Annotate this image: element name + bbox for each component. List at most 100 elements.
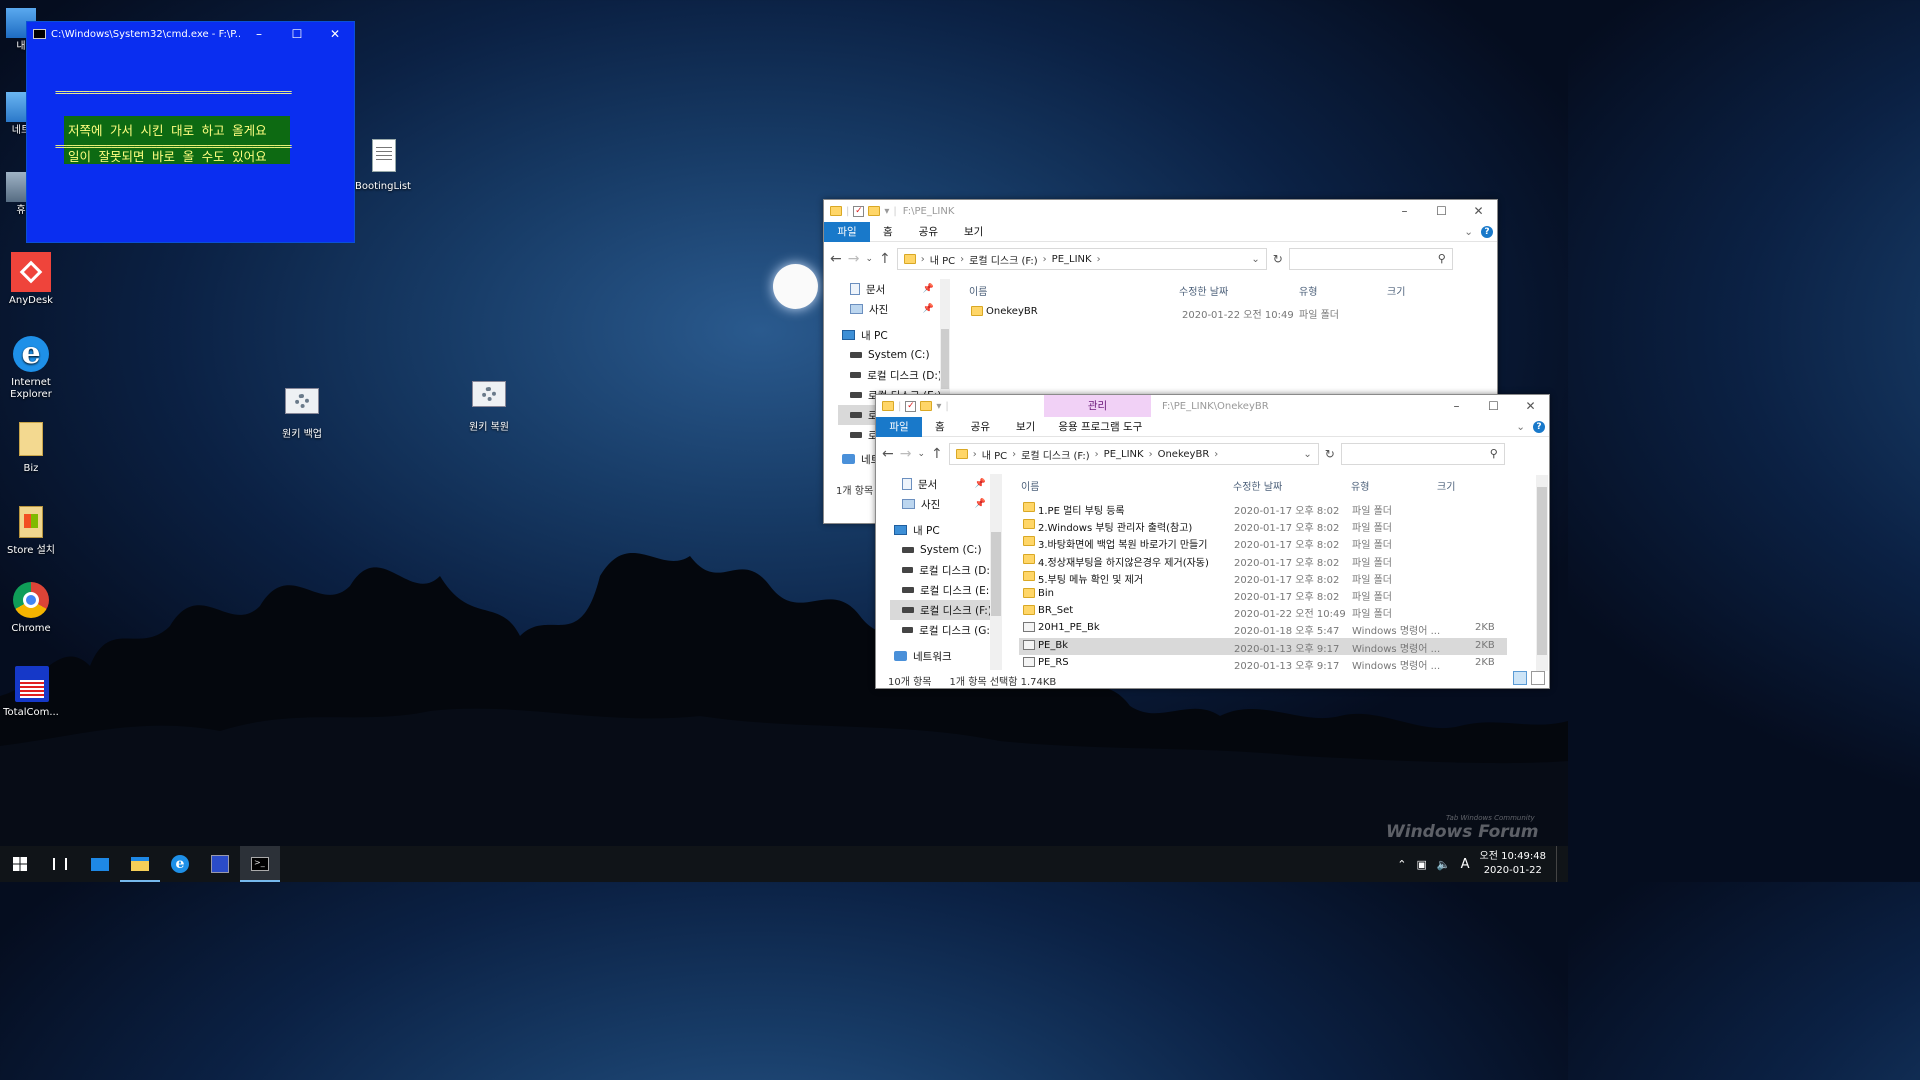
back-arrow-icon[interactable]: ← (882, 446, 894, 462)
nav-item-drive-c[interactable]: System (C:) (838, 345, 942, 365)
clock[interactable]: 오전 10:49:48 2020-01-22 (1480, 850, 1547, 878)
nav-item-drive-d[interactable]: 로컬 디스크 (D:) (890, 560, 994, 580)
breadcrumb-item[interactable]: OnekeyBR (1158, 449, 1210, 460)
desktop-icon-bootinglist[interactable]: BootingList (352, 138, 414, 193)
chevron-down-icon[interactable]: ⌄ (1464, 226, 1473, 238)
explorer-titlebar[interactable]: | ✓ ▾ | F:\PE_LINK – ☐ ✕ (824, 200, 1497, 222)
ime-indicator[interactable]: A (1461, 857, 1470, 872)
desktop-icon-onekey-backup[interactable]: 원키 백업 (271, 386, 333, 441)
forward-arrow-icon[interactable]: → (848, 251, 860, 267)
help-icon[interactable]: ? (1533, 420, 1545, 433)
file-row[interactable]: Bin 2020-01-17 오후 8:02 파일 폴더 (1019, 586, 1507, 603)
volume-icon[interactable]: 🔈 (1437, 858, 1451, 871)
properties-icon[interactable]: ✓ (853, 205, 865, 217)
address-dropdown-icon[interactable]: ⌄ (1251, 254, 1259, 265)
refresh-icon[interactable]: ↻ (1325, 447, 1335, 461)
file-row[interactable]: PE_Bk 2020-01-13 오후 9:17 Windows 명령어 ... 2K… (1019, 637, 1507, 655)
nav-item-documents[interactable]: 문서 📌 (890, 474, 994, 494)
breadcrumb-item[interactable]: 로컬 디스크 (F:) (1021, 447, 1090, 462)
close-icon[interactable]: ✕ (1512, 395, 1549, 417)
new-folder-icon[interactable] (868, 206, 881, 216)
nav-item-drive-d[interactable]: 로컬 디스크 (D:) (838, 365, 942, 385)
explorer-window-onekeybr[interactable]: 관리 | ✓ ▾ | F:\PE_LINK\OnekeyBR – ☐ ✕ 파일 … (875, 394, 1550, 689)
tab-view[interactable]: 보기 (951, 222, 996, 242)
forward-arrow-icon[interactable]: → (900, 446, 912, 462)
large-icons-view-icon[interactable] (1531, 671, 1545, 685)
tab-file[interactable]: 파일 (876, 416, 922, 437)
tab-application-tools[interactable]: 응용 프로그램 도구 (1048, 417, 1152, 437)
close-icon[interactable]: ✕ (316, 27, 354, 41)
details-view-icon[interactable] (1513, 671, 1527, 685)
column-type[interactable]: 유형 (1299, 283, 1317, 298)
recent-chevron-icon[interactable]: ⌄ (865, 254, 873, 264)
tab-home[interactable]: 홈 (922, 417, 958, 437)
nav-item-pictures[interactable]: 사진 📌 (890, 494, 994, 514)
desktop-icon-chrome[interactable]: Chrome (0, 580, 62, 635)
nav-scrollbar[interactable] (990, 474, 1002, 670)
minimize-icon[interactable]: – (1386, 200, 1423, 222)
nav-item-pictures[interactable]: 사진 📌 (838, 299, 942, 319)
network-tray-icon[interactable]: ▣ (1416, 858, 1426, 871)
task-view-button[interactable] (40, 846, 80, 882)
nav-item-this-pc[interactable]: 내 PC (890, 520, 994, 540)
taskbar-app-mail[interactable] (80, 846, 120, 882)
up-arrow-icon[interactable]: ↑ (879, 251, 891, 267)
tab-share[interactable]: 공유 (958, 417, 1003, 437)
tab-home[interactable]: 홈 (870, 222, 906, 242)
chevron-down-icon[interactable]: ⌄ (1516, 421, 1525, 433)
desktop-icon-internet-explorer[interactable]: e Internet Explorer (0, 334, 62, 401)
cmd-window[interactable]: C:\Windows\System32\cmd.exe - F:\P... – … (26, 21, 355, 243)
search-input[interactable]: ⚲ (1340, 443, 1505, 465)
chevron-up-icon[interactable]: ⌃ (1397, 858, 1406, 871)
column-size[interactable]: 크기 (1387, 283, 1405, 298)
desktop-icon-onekey-restore[interactable]: 원키 복원 (458, 379, 520, 434)
nav-item-documents[interactable]: 문서 📌 (838, 279, 942, 299)
minimize-icon[interactable]: – (1438, 395, 1475, 417)
new-folder-icon[interactable] (920, 401, 933, 411)
maximize-icon[interactable]: ☐ (278, 27, 316, 41)
chevron-down-icon[interactable]: ▾ (884, 206, 889, 217)
taskbar-app-file-explorer[interactable] (120, 846, 160, 882)
address-bar[interactable]: › 내 PC › 로컬 디스크 (F:) › PE_LINK › ⌄ (896, 248, 1267, 270)
taskbar-app-internet-explorer[interactable]: e (160, 846, 200, 882)
show-desktop-button[interactable] (1556, 846, 1560, 882)
chevron-down-icon[interactable]: ▾ (936, 401, 941, 412)
address-dropdown-icon[interactable]: ⌄ (1303, 449, 1311, 460)
breadcrumb-item[interactable]: PE_LINK (1104, 449, 1144, 460)
file-row[interactable]: OnekeyBR 2020-01-22 오전 10:49 파일 폴더 (969, 304, 1489, 321)
breadcrumb-item[interactable]: 내 PC (982, 447, 1007, 462)
up-arrow-icon[interactable]: ↑ (931, 446, 943, 462)
breadcrumb-item[interactable]: 내 PC (930, 252, 955, 267)
explorer-titlebar[interactable]: | ✓ ▾ | F:\PE_LINK\OnekeyBR – ☐ ✕ (876, 395, 1549, 417)
address-bar[interactable]: › 내 PC › 로컬 디스크 (F:) › PE_LINK › OnekeyB… (948, 443, 1319, 465)
help-icon[interactable]: ? (1481, 225, 1493, 238)
nav-item-network[interactable]: 네트워크 (890, 646, 994, 666)
file-row[interactable]: 4.정상재부팅을 하지않은경우 제거(자동) 2020-01-17 오후 8:02… (1019, 552, 1507, 569)
nav-item-this-pc[interactable]: 내 PC (838, 325, 942, 345)
file-row[interactable]: 20H1_PE_Bk 2020-01-18 오후 5:47 Windows 명령어 … (1019, 620, 1507, 637)
file-row[interactable]: BR_Set 2020-01-22 오전 10:49 파일 폴더 (1019, 603, 1507, 620)
desktop-icon-store[interactable]: Store 설치 (0, 502, 62, 557)
desktop-icon-biz[interactable]: Biz (0, 420, 62, 475)
taskbar-app-cmd[interactable]: >_ (240, 846, 280, 882)
file-row[interactable]: 2.Windows 부팅 관리자 출력(참고) 2020-01-17 오후 8:0… (1019, 517, 1507, 534)
refresh-icon[interactable]: ↻ (1273, 252, 1283, 266)
breadcrumb-item[interactable]: 로컬 디스크 (F:) (969, 252, 1038, 267)
file-list-scrollbar[interactable] (1536, 475, 1548, 671)
nav-item-drive-e[interactable]: 로컬 디스크 (E:) (890, 580, 994, 600)
column-name[interactable]: 이름 (969, 283, 987, 298)
file-row[interactable]: 1.PE 멀티 부팅 등록 2020-01-17 오후 8:02 파일 폴더 (1019, 500, 1507, 517)
tab-share[interactable]: 공유 (906, 222, 951, 242)
column-type[interactable]: 유형 (1351, 478, 1369, 493)
breadcrumb-item[interactable]: PE_LINK (1052, 254, 1092, 265)
nav-item-drive-f[interactable]: 로컬 디스크 (F:) (890, 600, 994, 620)
column-date[interactable]: 수정한 날짜 (1233, 478, 1282, 493)
tab-file[interactable]: 파일 (824, 221, 870, 242)
minimize-icon[interactable]: – (240, 27, 278, 41)
file-row[interactable]: 5.부팅 메뉴 확인 및 제거 2020-01-17 오후 8:02 파일 폴더 (1019, 569, 1507, 586)
maximize-icon[interactable]: ☐ (1423, 200, 1460, 222)
column-name[interactable]: 이름 (1021, 478, 1039, 493)
cmd-titlebar[interactable]: C:\Windows\System32\cmd.exe - F:\P... – … (27, 22, 354, 46)
taskbar-app-totalcmd[interactable] (200, 846, 240, 882)
file-row[interactable]: 3.바탕화면에 백업 복원 바로가기 만들기 2020-01-17 오후 8:02… (1019, 534, 1507, 551)
